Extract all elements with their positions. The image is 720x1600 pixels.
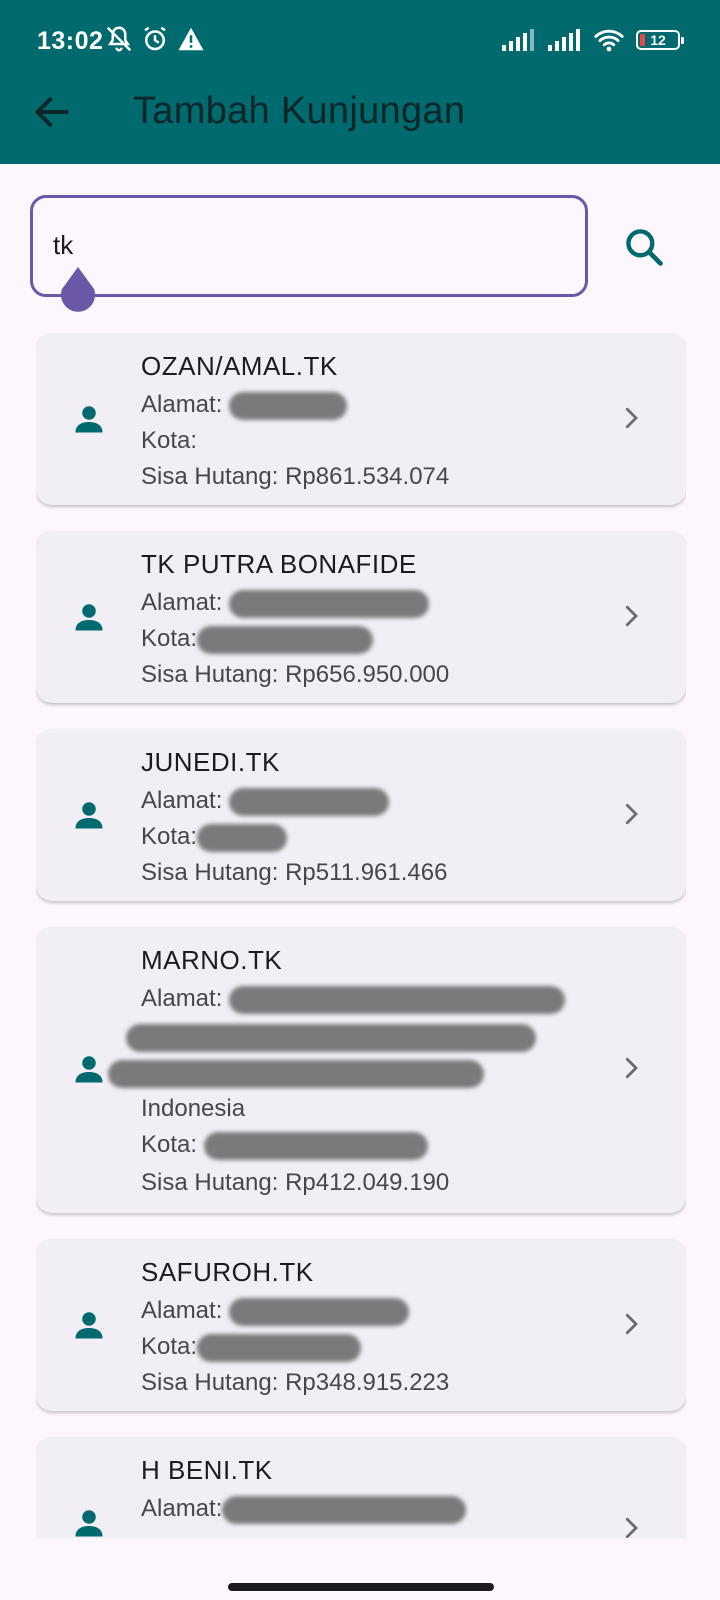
person-icon <box>75 604 103 631</box>
customer-card[interactable]: SAFUROH.TK Alamat: Kota: Sisa Hutang: Rp… <box>36 1239 686 1411</box>
status-right-icons: 12 <box>502 28 684 52</box>
customer-card[interactable]: JUNEDI.TK Alamat: Kota: Sisa Hutang: Rp5… <box>36 729 686 901</box>
city-label: Kota: <box>141 823 198 850</box>
city-label: Kota: <box>141 625 198 652</box>
customer-name: TK PUTRA BONAFIDE <box>141 549 417 579</box>
city-label: Kota: <box>141 1131 204 1158</box>
redacted-text <box>229 589 430 618</box>
address-label: Alamat: <box>141 985 230 1012</box>
customer-address: Alamat: <box>141 589 430 618</box>
debt-label: Sisa Hutang: <box>141 661 286 688</box>
gesture-nav-bar <box>0 1540 720 1600</box>
wifi-icon <box>594 29 624 52</box>
redacted-text <box>197 823 288 852</box>
debt-label: Sisa Hutang: <box>141 1369 286 1396</box>
customer-address: Alamat: <box>141 1297 410 1326</box>
customer-address: Alamat: <box>141 985 566 1014</box>
debt-value: Rp656.950.000 <box>285 661 450 688</box>
debt-label: Sisa Hutang: <box>141 859 286 886</box>
text-cursor-handle[interactable] <box>58 267 98 315</box>
customer-name: H BENI.TK <box>141 1455 273 1485</box>
home-gesture-handle[interactable] <box>228 1583 494 1591</box>
search-icon[interactable] <box>622 225 666 269</box>
customer-card[interactable]: H BENI.TK Alamat: <box>36 1437 686 1538</box>
customer-address-country: Indonesia <box>141 1095 246 1122</box>
customer-address-cont <box>108 1059 484 1088</box>
chevron-right-icon <box>625 1517 638 1538</box>
customer-city: Kota: <box>141 427 198 454</box>
chevron-right-icon <box>625 1057 638 1079</box>
warning-icon <box>178 27 204 51</box>
status-bar: 13:02 12 <box>0 0 720 80</box>
chevron-right-icon <box>625 1313 638 1335</box>
redacted-text <box>203 1131 428 1160</box>
redacted-text <box>229 1297 410 1326</box>
customer-city: Kota: <box>141 625 374 654</box>
customer-card[interactable]: OZAN/AMAL.TK Alamat: Kota: Sisa Hutang: … <box>36 333 686 505</box>
person-icon <box>75 1510 103 1537</box>
address-label: Alamat: <box>141 391 230 418</box>
chevron-right-icon <box>625 803 638 825</box>
debt-value: Rp511.961.466 <box>285 859 448 886</box>
redacted-text <box>229 391 348 420</box>
customer-list: OZAN/AMAL.TK Alamat: Kota: Sisa Hutang: … <box>36 333 686 1538</box>
customer-address: Alamat: <box>141 787 390 816</box>
redacted-text <box>229 985 566 1014</box>
customer-card[interactable]: MARNO.TK Alamat: Indonesia Kota: Sisa Hu… <box>36 927 686 1213</box>
mute-icon <box>106 26 132 52</box>
address-label: Alamat: <box>141 1297 230 1324</box>
person-icon <box>75 802 103 829</box>
redacted-text <box>197 625 374 654</box>
address-label: Alamat: <box>141 787 230 814</box>
person-icon <box>75 406 103 433</box>
person-icon <box>75 1056 103 1083</box>
customer-name: OZAN/AMAL.TK <box>141 351 338 381</box>
redacted-text <box>229 787 390 816</box>
signal-icon <box>548 29 580 51</box>
page-title: Tambah Kunjungan <box>133 90 466 132</box>
search-input[interactable]: tk <box>30 195 588 297</box>
battery-icon: 12 <box>636 30 684 50</box>
customer-city: Kota: <box>141 823 288 852</box>
redacted-text <box>108 1059 484 1088</box>
customer-debt: Sisa Hutang: Rp861.534.074 <box>141 463 449 491</box>
redacted-text <box>197 1333 362 1362</box>
city-label: Kota: <box>141 1333 198 1360</box>
app-bar: 13:02 12 Tambah Kunjungan <box>0 0 720 164</box>
customer-address-cont <box>126 1023 536 1052</box>
address-label: Alamat: <box>141 589 230 616</box>
customer-card[interactable]: TK PUTRA BONAFIDE Alamat: Kota: Sisa Hut… <box>36 531 686 703</box>
chevron-right-icon <box>625 407 638 429</box>
address-label: Alamat: <box>141 1495 223 1522</box>
customer-debt: Sisa Hutang: Rp412.049.190 <box>141 1169 449 1197</box>
person-icon <box>75 1312 103 1339</box>
customer-name: SAFUROH.TK <box>141 1257 314 1287</box>
search-input-value[interactable]: tk <box>53 230 73 261</box>
customer-debt: Sisa Hutang: Rp656.950.000 <box>141 661 449 689</box>
signal-icon <box>502 29 534 51</box>
debt-value: Rp861.534.074 <box>285 463 450 490</box>
customer-name: JUNEDI.TK <box>141 747 280 777</box>
customer-city: Kota: <box>141 1333 362 1362</box>
customer-address: Alamat: <box>141 1495 467 1524</box>
redacted-text <box>222 1495 467 1524</box>
customer-address: Alamat: <box>141 391 348 420</box>
debt-label: Sisa Hutang: <box>141 1169 286 1196</box>
debt-value: Rp348.915.223 <box>285 1369 450 1396</box>
status-time: 13:02 <box>37 27 104 55</box>
redacted-text <box>126 1023 536 1052</box>
status-left-icons <box>104 24 206 54</box>
customer-name: MARNO.TK <box>141 945 283 975</box>
customer-debt: Sisa Hutang: Rp511.961.466 <box>141 859 447 887</box>
chevron-right-icon <box>625 605 638 627</box>
customer-city: Kota: <box>141 1131 428 1160</box>
debt-value: Rp412.049.190 <box>285 1169 450 1196</box>
arrow-left-icon[interactable] <box>30 90 74 134</box>
debt-label: Sisa Hutang: <box>141 463 286 490</box>
customer-debt: Sisa Hutang: Rp348.915.223 <box>141 1369 449 1397</box>
alarm-icon <box>144 26 166 51</box>
